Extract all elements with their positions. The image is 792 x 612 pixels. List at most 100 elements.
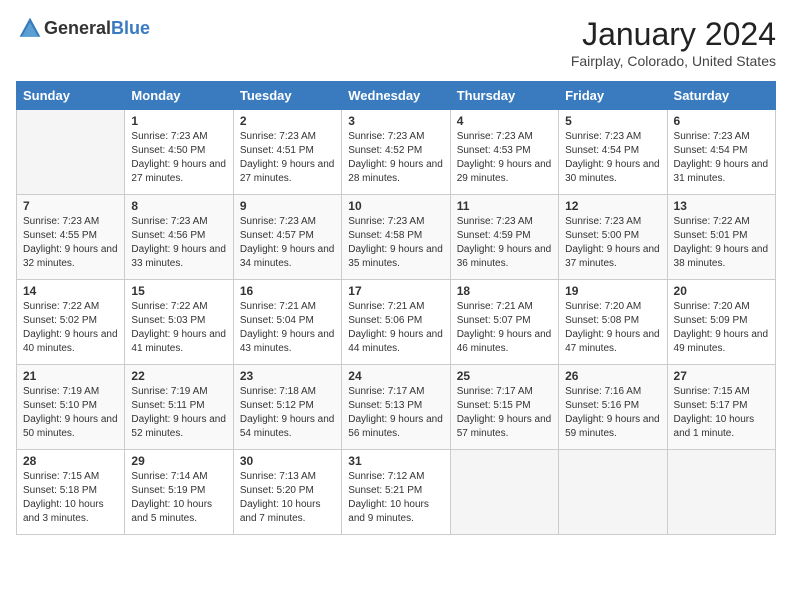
calendar-week-3: 14 Sunrise: 7:22 AMSunset: 5:02 PMDayligh…: [17, 280, 776, 365]
day-number: 27: [674, 369, 769, 383]
calendar-cell: 8 Sunrise: 7:23 AMSunset: 4:56 PMDaylight…: [125, 195, 233, 280]
header-day-thursday: Thursday: [450, 82, 558, 110]
day-number: 18: [457, 284, 552, 298]
cell-info: Sunrise: 7:14 AMSunset: 5:19 PMDaylight:…: [131, 471, 212, 524]
day-number: 4: [457, 114, 552, 128]
cell-info: Sunrise: 7:12 AMSunset: 5:21 PMDaylight:…: [348, 471, 429, 524]
calendar-cell: 22Sunrise: 7:19 AMSunset: 5:11 PMDayligh…: [125, 365, 233, 450]
calendar-week-2: 7 Sunrise: 7:23 AMSunset: 4:55 PMDaylight…: [17, 195, 776, 280]
day-number: 22: [131, 369, 226, 383]
cell-info: Sunrise: 7:18 AMSunset: 5:12 PMDaylight:…: [240, 386, 335, 439]
cell-info: Sunrise: 7:21 AMSunset: 5:07 PMDaylight:…: [457, 301, 552, 354]
day-number: 25: [457, 369, 552, 383]
day-number: 23: [240, 369, 335, 383]
header-day-sunday: Sunday: [17, 82, 125, 110]
calendar-week-4: 21 Sunrise: 7:19 AMSunset: 5:10 PMDayligh…: [17, 365, 776, 450]
calendar-body: 1 Sunrise: 7:23 AMSunset: 4:50 PMDaylight…: [17, 110, 776, 535]
day-number: 7: [23, 199, 118, 213]
calendar-cell: 7 Sunrise: 7:23 AMSunset: 4:55 PMDaylight…: [17, 195, 125, 280]
calendar-cell: 18 Sunrise: 7:21 AMSunset: 5:07 PMDayligh…: [450, 280, 558, 365]
day-number: 12: [565, 199, 660, 213]
calendar-cell: 12 Sunrise: 7:23 AMSunset: 5:00 PMDayligh…: [559, 195, 667, 280]
calendar-cell: [450, 450, 558, 535]
day-number: 31: [348, 454, 443, 468]
day-number: 21: [23, 369, 118, 383]
cell-info: Sunrise: 7:23 AMSunset: 4:57 PMDaylight:…: [240, 216, 335, 269]
day-number: 14: [23, 284, 118, 298]
calendar-cell: 31 Sunrise: 7:12 AMSunset: 5:21 PMDayligh…: [342, 450, 450, 535]
page-header: GeneralBlue January 2024 Fairplay, Color…: [16, 16, 776, 69]
calendar-cell: 2 Sunrise: 7:23 AMSunset: 4:51 PMDaylight…: [233, 110, 341, 195]
calendar-cell: 3Sunrise: 7:23 AMSunset: 4:52 PMDaylight…: [342, 110, 450, 195]
day-number: 30: [240, 454, 335, 468]
cell-info: Sunrise: 7:23 AMSunset: 4:56 PMDaylight:…: [131, 216, 226, 269]
calendar-cell: 19 Sunrise: 7:20 AMSunset: 5:08 PMDayligh…: [559, 280, 667, 365]
day-number: 15: [131, 284, 226, 298]
cell-info: Sunrise: 7:23 AMSunset: 4:51 PMDaylight:…: [240, 131, 335, 184]
cell-info: Sunrise: 7:22 AMSunset: 5:02 PMDaylight:…: [23, 301, 118, 354]
day-number: 8: [131, 199, 226, 213]
calendar-cell: 9 Sunrise: 7:23 AMSunset: 4:57 PMDaylight…: [233, 195, 341, 280]
cell-info: Sunrise: 7:23 AMSunset: 5:00 PMDaylight:…: [565, 216, 660, 269]
calendar-cell: 20 Sunrise: 7:20 AMSunset: 5:09 PMDayligh…: [667, 280, 775, 365]
day-number: 2: [240, 114, 335, 128]
calendar-cell: [17, 110, 125, 195]
cell-info: Sunrise: 7:16 AMSunset: 5:16 PMDaylight:…: [565, 386, 660, 439]
cell-info: Sunrise: 7:21 AMSunset: 5:04 PMDaylight:…: [240, 301, 335, 354]
cell-info: Sunrise: 7:22 AMSunset: 5:01 PMDaylight:…: [674, 216, 769, 269]
cell-info: Sunrise: 7:19 AMSunset: 5:10 PMDaylight:…: [23, 386, 118, 439]
cell-info: Sunrise: 7:17 AMSunset: 5:15 PMDaylight:…: [457, 386, 552, 439]
calendar-week-5: 28Sunrise: 7:15 AMSunset: 5:18 PMDayligh…: [17, 450, 776, 535]
header-day-monday: Monday: [125, 82, 233, 110]
logo-blue-text: Blue: [111, 18, 150, 38]
calendar-cell: 6Sunrise: 7:23 AMSunset: 4:54 PMDaylight…: [667, 110, 775, 195]
calendar-cell: [667, 450, 775, 535]
calendar-cell: 24Sunrise: 7:17 AMSunset: 5:13 PMDayligh…: [342, 365, 450, 450]
day-number: 20: [674, 284, 769, 298]
calendar-cell: 26Sunrise: 7:16 AMSunset: 5:16 PMDayligh…: [559, 365, 667, 450]
header-day-wednesday: Wednesday: [342, 82, 450, 110]
header-row: SundayMondayTuesdayWednesdayThursdayFrid…: [17, 82, 776, 110]
calendar-cell: 27 Sunrise: 7:15 AMSunset: 5:17 PMDayligh…: [667, 365, 775, 450]
cell-info: Sunrise: 7:13 AMSunset: 5:20 PMDaylight:…: [240, 471, 321, 524]
cell-info: Sunrise: 7:21 AMSunset: 5:06 PMDaylight:…: [348, 301, 443, 354]
day-number: 29: [131, 454, 226, 468]
cell-info: Sunrise: 7:23 AMSunset: 4:54 PMDaylight:…: [565, 131, 660, 184]
cell-info: Sunrise: 7:23 AMSunset: 4:55 PMDaylight:…: [23, 216, 118, 269]
cell-info: Sunrise: 7:17 AMSunset: 5:13 PMDaylight:…: [348, 386, 443, 439]
month-title: January 2024: [571, 16, 776, 53]
day-number: 10: [348, 199, 443, 213]
day-number: 1: [131, 114, 226, 128]
calendar-cell: 23 Sunrise: 7:18 AMSunset: 5:12 PMDayligh…: [233, 365, 341, 450]
calendar-week-1: 1 Sunrise: 7:23 AMSunset: 4:50 PMDaylight…: [17, 110, 776, 195]
calendar-cell: 25 Sunrise: 7:17 AMSunset: 5:15 PMDayligh…: [450, 365, 558, 450]
cell-info: Sunrise: 7:15 AMSunset: 5:18 PMDaylight:…: [23, 471, 104, 524]
cell-info: Sunrise: 7:20 AMSunset: 5:08 PMDaylight:…: [565, 301, 660, 354]
day-number: 6: [674, 114, 769, 128]
calendar-cell: 11Sunrise: 7:23 AMSunset: 4:59 PMDayligh…: [450, 195, 558, 280]
cell-info: Sunrise: 7:15 AMSunset: 5:17 PMDaylight:…: [674, 386, 755, 439]
logo-general-text: General: [44, 18, 111, 38]
cell-info: Sunrise: 7:23 AMSunset: 4:58 PMDaylight:…: [348, 216, 443, 269]
day-number: 9: [240, 199, 335, 213]
cell-info: Sunrise: 7:23 AMSunset: 4:50 PMDaylight:…: [131, 131, 226, 184]
day-number: 17: [348, 284, 443, 298]
calendar-cell: 28Sunrise: 7:15 AMSunset: 5:18 PMDayligh…: [17, 450, 125, 535]
calendar-cell: 21 Sunrise: 7:19 AMSunset: 5:10 PMDayligh…: [17, 365, 125, 450]
cell-info: Sunrise: 7:22 AMSunset: 5:03 PMDaylight:…: [131, 301, 226, 354]
calendar-cell: 14 Sunrise: 7:22 AMSunset: 5:02 PMDayligh…: [17, 280, 125, 365]
day-number: 16: [240, 284, 335, 298]
calendar-header: SundayMondayTuesdayWednesdayThursdayFrid…: [17, 82, 776, 110]
calendar-table: SundayMondayTuesdayWednesdayThursdayFrid…: [16, 81, 776, 535]
cell-info: Sunrise: 7:20 AMSunset: 5:09 PMDaylight:…: [674, 301, 769, 354]
calendar-cell: 17 Sunrise: 7:21 AMSunset: 5:06 PMDayligh…: [342, 280, 450, 365]
calendar-cell: 29 Sunrise: 7:14 AMSunset: 5:19 PMDayligh…: [125, 450, 233, 535]
calendar-cell: [559, 450, 667, 535]
calendar-cell: 15 Sunrise: 7:22 AMSunset: 5:03 PMDayligh…: [125, 280, 233, 365]
day-number: 5: [565, 114, 660, 128]
logo: GeneralBlue: [16, 16, 150, 40]
calendar-cell: 30 Sunrise: 7:13 AMSunset: 5:20 PMDayligh…: [233, 450, 341, 535]
day-number: 19: [565, 284, 660, 298]
day-number: 11: [457, 199, 552, 213]
calendar-cell: 1 Sunrise: 7:23 AMSunset: 4:50 PMDaylight…: [125, 110, 233, 195]
